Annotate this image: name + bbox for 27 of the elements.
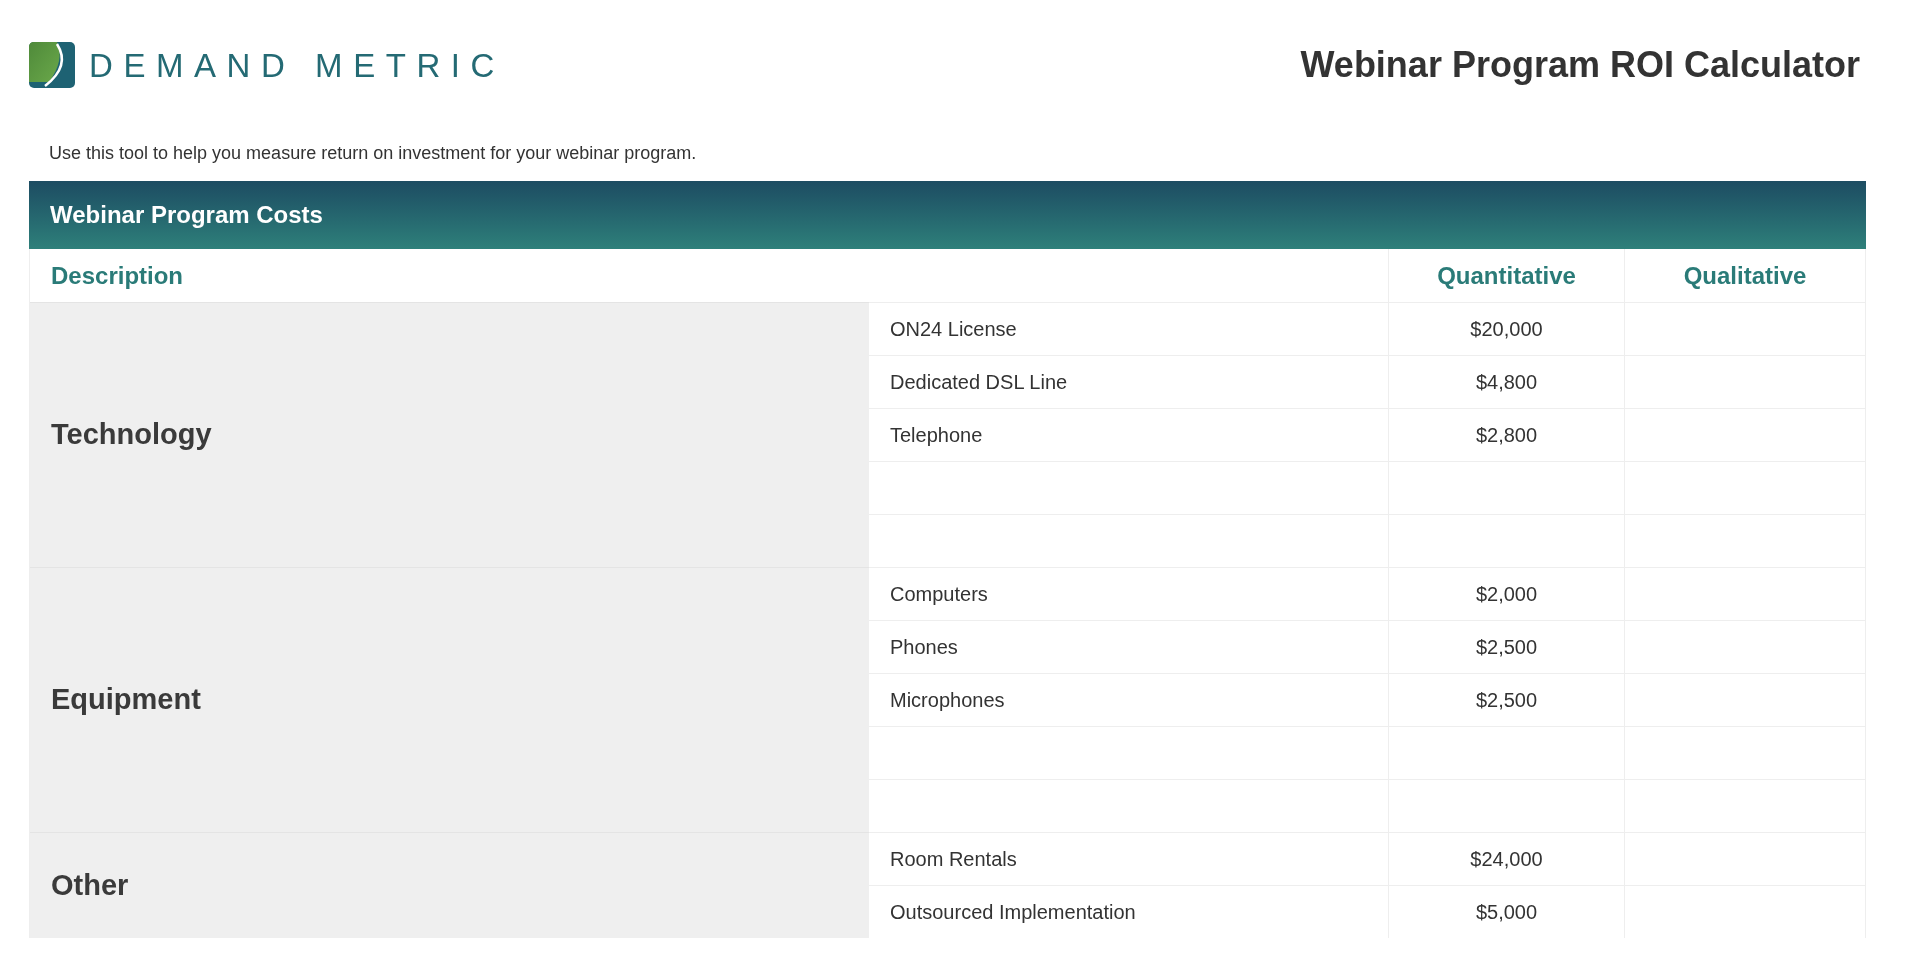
table-cell: $20,000 [1388, 302, 1624, 355]
page-title: Webinar Program ROI Calculator [1300, 43, 1861, 87]
table-cell: Microphones [869, 673, 1388, 726]
table-cell: $24,000 [1388, 832, 1624, 885]
section-title: Webinar Program Costs [50, 200, 323, 230]
table-cell: $2,800 [1388, 408, 1624, 461]
table-cell: Phones [869, 620, 1388, 673]
category-cell: Technology [30, 302, 869, 567]
table-cell: $2,500 [1388, 620, 1624, 673]
column-header: Qualitative [1624, 249, 1865, 302]
table-cell: Room Rentals [869, 832, 1388, 885]
table-cell: $2,500 [1388, 673, 1624, 726]
table-cell: ON24 License [869, 302, 1388, 355]
table-cell: Outsourced Implementation [869, 885, 1388, 938]
logo-icon [29, 42, 75, 88]
category-cell: Equipment [30, 567, 869, 832]
table-cell: $2,000 [1388, 567, 1624, 620]
table-cell: $4,800 [1388, 355, 1624, 408]
category-cell: Other [30, 832, 869, 938]
table-cell: Telephone [869, 408, 1388, 461]
intro-text: Use this tool to help you measure return on investment for your webinar program. [49, 142, 698, 165]
table-cell: Computers [869, 567, 1388, 620]
column-header: Description [50, 260, 185, 291]
table-cell: $5,000 [1388, 885, 1624, 938]
brand-name: DEMAND METRIC [89, 48, 505, 82]
table-cell: Dedicated DSL Line [869, 355, 1388, 408]
column-header: Quantitative [1388, 249, 1624, 302]
